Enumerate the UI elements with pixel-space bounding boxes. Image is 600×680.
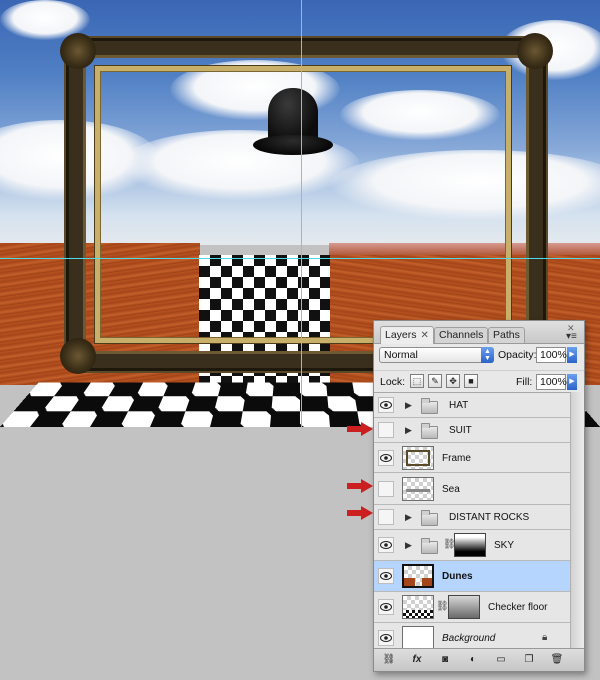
visibility-off-box[interactable]: [378, 509, 394, 525]
layer-name: Sea: [442, 484, 460, 495]
visibility-eye-icon[interactable]: [378, 397, 394, 413]
layer-row-hat[interactable]: ▶ HAT: [374, 393, 570, 418]
visibility-eye-icon[interactable]: [378, 630, 394, 646]
layer-row-distant-rocks[interactable]: ▶ DISTANT ROCKS: [374, 505, 570, 530]
layer-row-background[interactable]: Background 🔒︎: [374, 623, 570, 649]
layer-name: Background: [442, 633, 496, 644]
blend-mode-value: Normal: [384, 349, 418, 361]
layer-thumbnail: [402, 446, 434, 470]
layer-row-dunes[interactable]: Dunes: [374, 561, 570, 592]
layer-thumbnail: [402, 626, 434, 649]
lock-row: Lock: ⬚ ✎ ✥ ■ Fill: 100% ▶: [374, 370, 584, 393]
layer-name: HAT: [449, 400, 469, 411]
link-icon[interactable]: ⛓: [380, 653, 398, 667]
frame-ornament: [517, 33, 553, 69]
tab-paths-label: Paths: [493, 329, 520, 341]
trash-icon[interactable]: 🗑︎: [548, 653, 566, 667]
expand-triangle-icon[interactable]: ▶: [405, 425, 412, 436]
chevron-updown-icon: ▲ ▼: [481, 347, 494, 363]
red-arrow-icon: [347, 506, 373, 520]
lock-all-icon[interactable]: ■: [464, 374, 478, 388]
visibility-off-box[interactable]: [378, 481, 394, 497]
layer-row-sky[interactable]: ▶ ⛓ SKY: [374, 530, 570, 561]
layer-name: Dunes: [442, 571, 473, 582]
tab-layers-label: Layers: [385, 329, 417, 341]
layers-panel: Layers ✕ Channels Paths ✕ ▾≡ Normal ▲ ▼ Op…: [373, 320, 585, 672]
lock-position-icon[interactable]: ✥: [446, 374, 460, 388]
opacity-slider-arrow-icon[interactable]: ▶: [567, 347, 577, 363]
layer-list: ▶ HAT ▶ SUIT Frame Sea ▶ DISTANT ROCKS ▶…: [374, 392, 570, 649]
layer-thumbnail: [402, 595, 434, 619]
visibility-eye-icon[interactable]: [378, 450, 394, 466]
folder-icon: [421, 510, 438, 526]
tab-channels[interactable]: Channels: [434, 327, 489, 343]
layer-mask-thumbnail[interactable]: [454, 533, 486, 557]
lock-transparent-icon[interactable]: ⬚: [410, 374, 424, 388]
panel-tab-bar: Layers ✕ Channels Paths ✕ ▾≡: [374, 321, 584, 344]
layer-row-frame[interactable]: Frame: [374, 443, 570, 473]
opacity-input[interactable]: 100%: [536, 347, 567, 363]
opacity-label: Opacity:: [498, 349, 537, 361]
layer-name: Checker floor: [488, 602, 548, 613]
tab-channels-label: Channels: [439, 329, 484, 341]
expand-triangle-icon[interactable]: ▶: [405, 540, 412, 551]
layer-list-scrollbar[interactable]: [570, 392, 584, 648]
visibility-eye-icon[interactable]: [378, 537, 394, 553]
blend-row: Normal ▲ ▼ Opacity: 100% ▶: [374, 344, 584, 368]
expand-triangle-icon[interactable]: ▶: [405, 512, 412, 523]
fx-icon[interactable]: fx: [408, 653, 426, 667]
fill-label: Fill:: [516, 376, 533, 388]
link-chain-icon[interactable]: ⛓: [436, 601, 449, 612]
layer-thumbnail: [402, 477, 434, 501]
new-layer-icon[interactable]: ❐: [520, 653, 538, 667]
layer-name: DISTANT ROCKS: [449, 512, 530, 523]
frame-ornament: [60, 338, 96, 374]
layer-row-checker-floor[interactable]: ⛓ Checker floor: [374, 592, 570, 623]
expand-triangle-icon[interactable]: ▶: [405, 400, 412, 411]
layer-mask-thumbnail[interactable]: [448, 595, 480, 619]
red-arrow-icon: [347, 422, 373, 436]
red-arrow-icon: [347, 479, 373, 493]
layer-thumbnail: [402, 564, 434, 588]
tab-layers[interactable]: Layers ✕: [380, 326, 434, 344]
add-mask-icon[interactable]: ◙: [436, 653, 454, 667]
folder-icon: [421, 423, 438, 439]
fill-input[interactable]: 100%: [536, 374, 567, 390]
layer-name: SUIT: [449, 425, 472, 436]
visibility-eye-icon[interactable]: [378, 599, 394, 615]
horizontal-guide[interactable]: [0, 258, 600, 259]
lock-image-brush-icon[interactable]: ✎: [428, 374, 442, 388]
panel-menu-icon[interactable]: ▾≡: [566, 331, 577, 342]
frame-ornament: [60, 33, 96, 69]
tab-paths[interactable]: Paths: [488, 327, 525, 343]
layer-row-suit[interactable]: ▶ SUIT: [374, 418, 570, 443]
adjustment-layer-icon[interactable]: ◐: [464, 653, 482, 667]
visibility-off-box[interactable]: [378, 422, 394, 438]
new-group-icon[interactable]: ▭: [492, 653, 510, 667]
panel-footer: ⛓ fx ◙ ◐ ▭ ❐ 🗑︎: [374, 648, 584, 671]
folder-icon: [421, 538, 438, 554]
vertical-guide[interactable]: [301, 0, 302, 427]
layer-name: SKY: [494, 540, 515, 551]
visibility-eye-icon[interactable]: [378, 568, 394, 584]
fill-slider-arrow-icon[interactable]: ▶: [567, 374, 577, 390]
close-icon[interactable]: ✕: [421, 328, 429, 344]
lock-label: Lock:: [380, 376, 406, 388]
blend-mode-select[interactable]: Normal ▲ ▼: [379, 347, 494, 363]
layer-row-sea[interactable]: Sea: [374, 473, 570, 505]
bowler-hat-brim: [253, 135, 333, 155]
layer-name: Frame: [442, 453, 471, 464]
folder-icon: [421, 398, 438, 414]
lock-icon: 🔒︎: [542, 632, 548, 643]
